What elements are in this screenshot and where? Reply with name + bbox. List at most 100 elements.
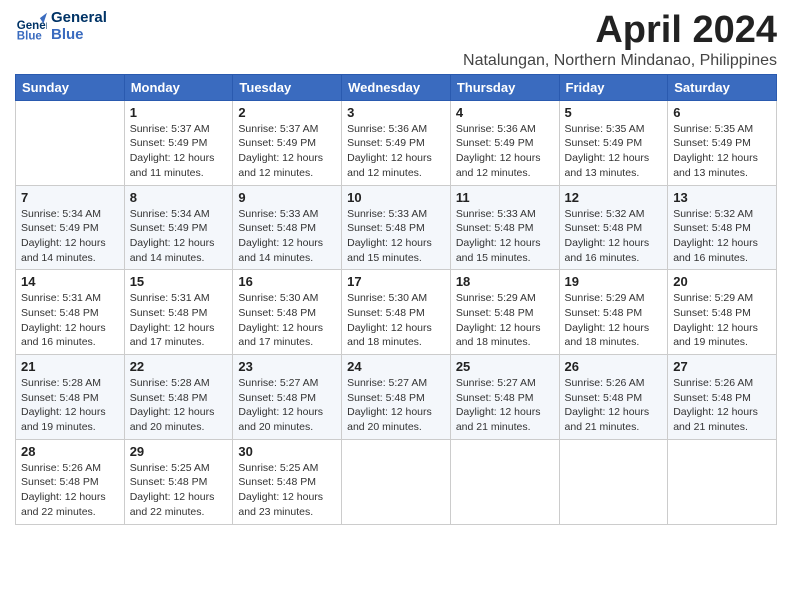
day-number: 26 — [565, 359, 663, 374]
day-info: Sunrise: 5:36 AMSunset: 5:49 PMDaylight:… — [347, 122, 445, 181]
header-sunday: Sunday — [16, 74, 125, 100]
day-number: 6 — [673, 105, 771, 120]
day-number: 21 — [21, 359, 119, 374]
day-number: 1 — [130, 105, 228, 120]
calendar-week-5: 28 Sunrise: 5:26 AMSunset: 5:48 PMDayligh… — [16, 439, 777, 524]
calendar-cell — [668, 439, 777, 524]
day-info: Sunrise: 5:26 AMSunset: 5:48 PMDaylight:… — [565, 376, 663, 435]
location-title: Natalungan, Northern Mindanao, Philippin… — [463, 52, 777, 70]
calendar-cell: 14Sunrise: 5:31 AMSunset: 5:48 PMDayligh… — [16, 270, 125, 355]
calendar-cell: 13 Sunrise: 5:32 AMSunset: 5:48 PMDayligh… — [668, 185, 777, 270]
day-info: Sunrise: 5:31 AMSunset: 5:48 PMDaylight:… — [130, 291, 228, 350]
header-tuesday: Tuesday — [233, 74, 342, 100]
calendar-cell: 21 Sunrise: 5:28 AMSunset: 5:48 PMDayligh… — [16, 355, 125, 440]
day-info: Sunrise: 5:26 AMSunset: 5:48 PMDaylight:… — [21, 461, 119, 520]
day-number: 2 — [238, 105, 336, 120]
day-number: 27 — [673, 359, 771, 374]
day-number: 4 — [456, 105, 554, 120]
calendar-week-1: 1 Sunrise: 5:37 AMSunset: 5:49 PMDaylight… — [16, 100, 777, 185]
header-saturday: Saturday — [668, 74, 777, 100]
day-info: Sunrise: 5:34 AMSunset: 5:49 PMDaylight:… — [130, 207, 228, 266]
day-info: Sunrise: 5:27 AMSunset: 5:48 PMDaylight:… — [456, 376, 554, 435]
title-block: April 2024 Natalungan, Northern Mindanao… — [463, 10, 777, 70]
calendar-cell: 15Sunrise: 5:31 AMSunset: 5:48 PMDayligh… — [124, 270, 233, 355]
logo-line2: Blue — [51, 27, 107, 44]
calendar-cell: 10Sunrise: 5:33 AMSunset: 5:48 PMDayligh… — [342, 185, 451, 270]
logo-icon: General Blue — [15, 11, 47, 43]
day-number: 7 — [21, 190, 119, 205]
calendar-cell: 22Sunrise: 5:28 AMSunset: 5:48 PMDayligh… — [124, 355, 233, 440]
day-info: Sunrise: 5:33 AMSunset: 5:48 PMDaylight:… — [238, 207, 336, 266]
calendar-cell: 3 Sunrise: 5:36 AMSunset: 5:49 PMDaylight… — [342, 100, 451, 185]
day-number: 5 — [565, 105, 663, 120]
calendar-week-2: 7 Sunrise: 5:34 AMSunset: 5:49 PMDaylight… — [16, 185, 777, 270]
calendar-cell: 29Sunrise: 5:25 AMSunset: 5:48 PMDayligh… — [124, 439, 233, 524]
calendar-cell: 7 Sunrise: 5:34 AMSunset: 5:49 PMDaylight… — [16, 185, 125, 270]
day-info: Sunrise: 5:29 AMSunset: 5:48 PMDaylight:… — [456, 291, 554, 350]
page-header: General Blue General Blue April 2024 Nat… — [15, 10, 777, 70]
day-info: Sunrise: 5:25 AMSunset: 5:48 PMDaylight:… — [238, 461, 336, 520]
day-info: Sunrise: 5:34 AMSunset: 5:49 PMDaylight:… — [21, 207, 119, 266]
day-number: 17 — [347, 274, 445, 289]
day-number: 30 — [238, 444, 336, 459]
calendar-cell: 4 Sunrise: 5:36 AMSunset: 5:49 PMDaylight… — [450, 100, 559, 185]
calendar-week-3: 14 Sunrise: 5:31 AMSunset: 5:48 PMDayligh… — [16, 270, 777, 355]
calendar-cell — [16, 100, 125, 185]
month-title: April 2024 — [463, 10, 777, 52]
day-info: Sunrise: 5:32 AMSunset: 5:48 PMDaylight:… — [673, 207, 771, 266]
calendar-cell: 19 Sunrise: 5:29 AMSunset: 5:48 PMDayligh… — [559, 270, 668, 355]
header-wednesday: Wednesday — [342, 74, 451, 100]
calendar-cell: 18 Sunrise: 5:29 AMSunset: 5:48 PMDayligh… — [450, 270, 559, 355]
day-info: Sunrise: 5:35 AMSunset: 5:49 PMDaylight:… — [673, 122, 771, 181]
day-info: Sunrise: 5:29 AMSunset: 5:48 PMDaylight:… — [565, 291, 663, 350]
day-number: 14 — [21, 274, 119, 289]
day-info: Sunrise: 5:37 AMSunset: 5:49 PMDaylight:… — [238, 122, 336, 181]
logo-line1: General — [51, 10, 107, 27]
calendar-cell: 28 Sunrise: 5:26 AMSunset: 5:48 PMDayligh… — [16, 439, 125, 524]
calendar-cell: 2 Sunrise: 5:37 AMSunset: 5:49 PMDaylight… — [233, 100, 342, 185]
day-info: Sunrise: 5:28 AMSunset: 5:48 PMDaylight:… — [130, 376, 228, 435]
header-thursday: Thursday — [450, 74, 559, 100]
calendar-cell: 11Sunrise: 5:33 AMSunset: 5:48 PMDayligh… — [450, 185, 559, 270]
calendar-cell: 26 Sunrise: 5:26 AMSunset: 5:48 PMDayligh… — [559, 355, 668, 440]
calendar-cell — [342, 439, 451, 524]
logo: General Blue General Blue — [15, 10, 107, 43]
day-info: Sunrise: 5:33 AMSunset: 5:48 PMDaylight:… — [347, 207, 445, 266]
day-info: Sunrise: 5:36 AMSunset: 5:49 PMDaylight:… — [456, 122, 554, 181]
day-number: 19 — [565, 274, 663, 289]
calendar-table: SundayMondayTuesdayWednesdayThursdayFrid… — [15, 74, 777, 525]
day-number: 13 — [673, 190, 771, 205]
calendar-cell: 20 Sunrise: 5:29 AMSunset: 5:48 PMDayligh… — [668, 270, 777, 355]
calendar-cell: 1 Sunrise: 5:37 AMSunset: 5:49 PMDaylight… — [124, 100, 233, 185]
calendar-cell: 24Sunrise: 5:27 AMSunset: 5:48 PMDayligh… — [342, 355, 451, 440]
day-number: 25 — [456, 359, 554, 374]
day-info: Sunrise: 5:37 AMSunset: 5:49 PMDaylight:… — [130, 122, 228, 181]
day-info: Sunrise: 5:30 AMSunset: 5:48 PMDaylight:… — [238, 291, 336, 350]
header-friday: Friday — [559, 74, 668, 100]
day-info: Sunrise: 5:30 AMSunset: 5:48 PMDaylight:… — [347, 291, 445, 350]
day-info: Sunrise: 5:35 AMSunset: 5:49 PMDaylight:… — [565, 122, 663, 181]
day-number: 9 — [238, 190, 336, 205]
day-info: Sunrise: 5:27 AMSunset: 5:48 PMDaylight:… — [238, 376, 336, 435]
day-info: Sunrise: 5:33 AMSunset: 5:48 PMDaylight:… — [456, 207, 554, 266]
calendar-cell: 30 Sunrise: 5:25 AMSunset: 5:48 PMDayligh… — [233, 439, 342, 524]
day-number: 20 — [673, 274, 771, 289]
day-number: 28 — [21, 444, 119, 459]
calendar-cell: 27Sunrise: 5:26 AMSunset: 5:48 PMDayligh… — [668, 355, 777, 440]
calendar-cell — [559, 439, 668, 524]
calendar-cell: 9 Sunrise: 5:33 AMSunset: 5:48 PMDaylight… — [233, 185, 342, 270]
day-number: 24 — [347, 359, 445, 374]
day-info: Sunrise: 5:29 AMSunset: 5:48 PMDaylight:… — [673, 291, 771, 350]
svg-text:Blue: Blue — [17, 30, 43, 42]
calendar-week-4: 21 Sunrise: 5:28 AMSunset: 5:48 PMDayligh… — [16, 355, 777, 440]
calendar-cell — [450, 439, 559, 524]
day-number: 12 — [565, 190, 663, 205]
day-info: Sunrise: 5:25 AMSunset: 5:48 PMDaylight:… — [130, 461, 228, 520]
calendar-cell: 8 Sunrise: 5:34 AMSunset: 5:49 PMDaylight… — [124, 185, 233, 270]
calendar-cell: 23Sunrise: 5:27 AMSunset: 5:48 PMDayligh… — [233, 355, 342, 440]
day-number: 3 — [347, 105, 445, 120]
day-number: 8 — [130, 190, 228, 205]
calendar-cell: 6 Sunrise: 5:35 AMSunset: 5:49 PMDaylight… — [668, 100, 777, 185]
day-info: Sunrise: 5:28 AMSunset: 5:48 PMDaylight:… — [21, 376, 119, 435]
day-number: 18 — [456, 274, 554, 289]
